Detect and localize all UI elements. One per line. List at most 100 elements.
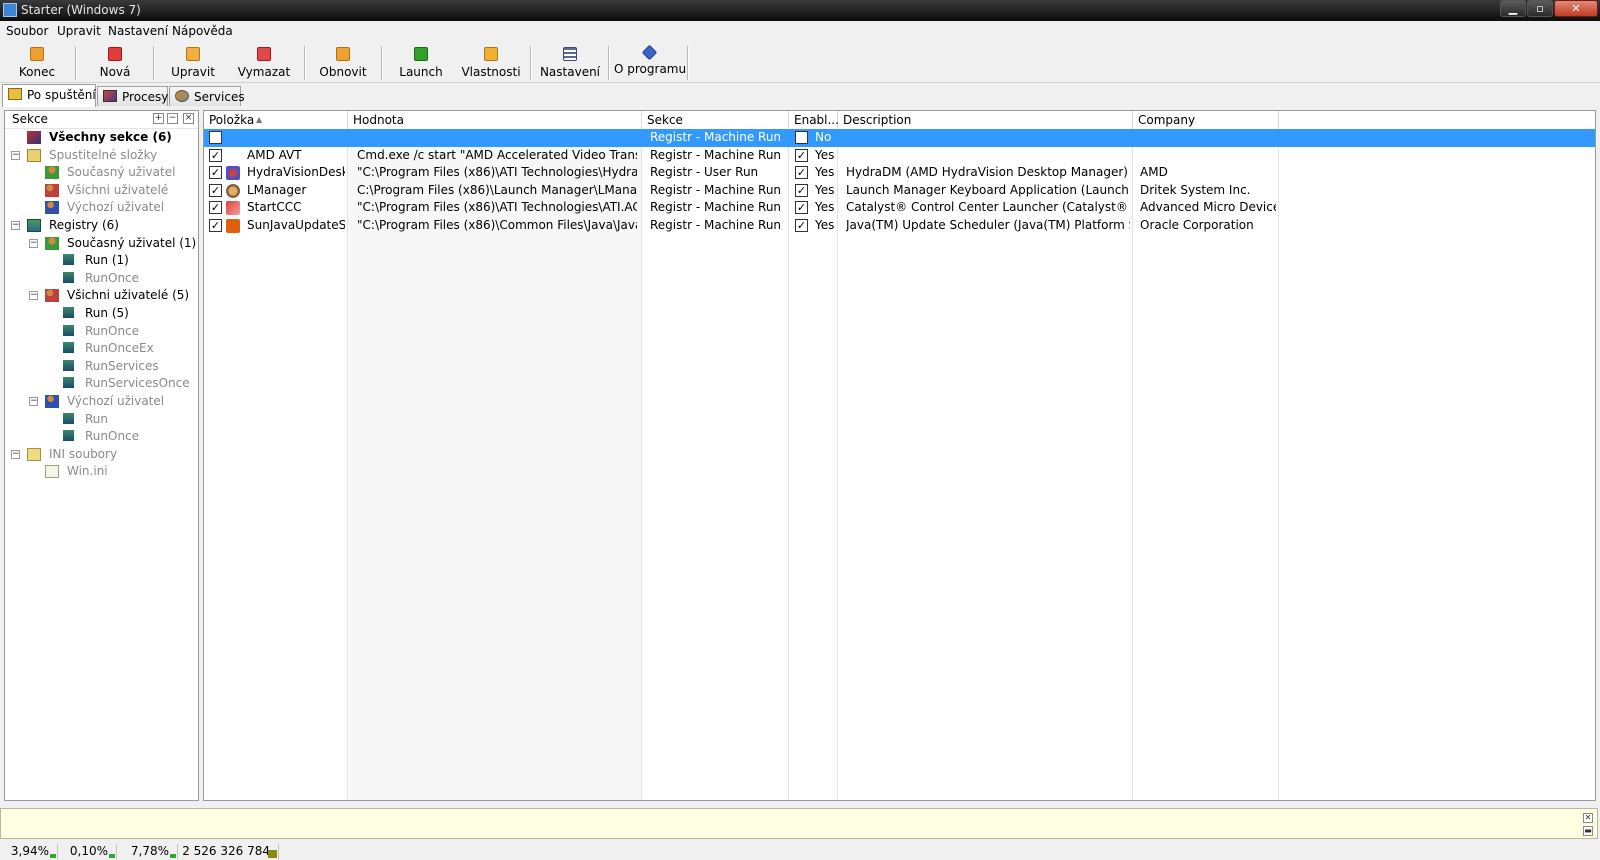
new-button[interactable]: Nová [85, 44, 145, 80]
table-row[interactable]: ✓ StartCCC "C:\Program Files (x86)\ATI Tec… [204, 199, 1595, 217]
menu-nastaveni[interactable]: Nastavení [108, 24, 168, 38]
row-checkbox[interactable]: ✓ [209, 166, 222, 180]
tab-po-spusteni[interactable]: Po spuštění [2, 84, 96, 107]
exit-button[interactable]: Konec [8, 44, 66, 80]
row-checkbox[interactable]: ✓ [209, 183, 222, 197]
enabled-checkbox[interactable]: ✓ [795, 148, 808, 162]
delete-button[interactable]: Vymazat [233, 44, 295, 80]
tree-node-default-user[interactable]: Výchozí uživatel [5, 199, 195, 217]
tree-label: Všichni uživatelé (5) [67, 288, 190, 302]
column-header-company[interactable]: Company [1133, 111, 1279, 129]
collapse-toggle[interactable]: − [11, 221, 20, 230]
registry-key-icon [63, 325, 74, 336]
collapse-toggle[interactable]: − [29, 291, 38, 300]
properties-button[interactable]: Vlastnosti [459, 44, 523, 80]
tree-node-all-users[interactable]: Všichni uživatelé [5, 182, 195, 200]
registry-key-icon [63, 430, 74, 441]
table-row[interactable]: ✓ SunJavaUpdateS... "C:\Program Files (x86… [204, 217, 1595, 235]
tree-node-run[interactable]: Run [5, 411, 195, 429]
close-button[interactable]: ✕ [1554, 0, 1598, 17]
registry-key-icon [63, 254, 74, 265]
column-header-enabled[interactable]: Enabl... [789, 111, 839, 129]
maximize-button[interactable]: ▫ [1527, 0, 1553, 17]
cell-value: C:\Program Files (x86)\Launch Manager\LM… [357, 182, 637, 197]
tree-label: RunOnce [85, 271, 140, 285]
table-row[interactable]: ✓ HydraVisionDesk... "C:\Program Files (x8… [204, 164, 1595, 182]
tree-node-all[interactable]: Všechny sekce (6) [5, 129, 195, 147]
cell-company [1140, 148, 1276, 164]
minimize-button[interactable]: ▁ [1500, 0, 1526, 17]
tree-node-run[interactable]: Run (5) [5, 305, 195, 323]
tree-node-startup-folders[interactable]: − Spustitelné složky [5, 147, 195, 165]
registry-key-icon [63, 413, 74, 424]
processes-icon [103, 90, 117, 102]
menu-soubor[interactable]: Soubor [6, 24, 48, 38]
expand-all-button[interactable]: + [153, 113, 164, 124]
tree-node-run[interactable]: Run (1) [5, 252, 195, 270]
tree-label: Run [85, 412, 109, 426]
collapse-toggle[interactable]: − [11, 151, 20, 160]
table-row[interactable]: Registr - Machine Run No [204, 129, 1595, 147]
tab-label: Procesy [122, 90, 169, 104]
enabled-checkbox[interactable]: ✓ [795, 201, 808, 215]
table-row[interactable]: ✓ AMD AVT Cmd.exe /c start "AMD Accelerate… [204, 147, 1595, 165]
tree-node-win-ini[interactable]: Win.ini [5, 463, 195, 481]
row-checkbox[interactable]: ✓ [209, 201, 222, 215]
tree-node-registry[interactable]: − Registry (6) [5, 217, 195, 235]
edit-button[interactable]: Upravit [163, 44, 223, 80]
cell-value: "C:\Program Files (x86)\ATI Technologies… [357, 165, 637, 180]
collapse-toggle[interactable]: − [11, 450, 20, 459]
column-header-polozka[interactable]: Položka ▲ [204, 111, 348, 129]
tree-node-reg-default-user[interactable]: − Výchozí uživatel [5, 393, 195, 411]
info-close-button[interactable]: ✕ [1583, 813, 1593, 823]
info-toggle-button[interactable]: ▬ [1583, 826, 1593, 836]
launch-button[interactable]: Launch [392, 44, 450, 80]
enabled-checkbox[interactable]: ✓ [795, 183, 808, 197]
table-row[interactable]: ✓ LManager C:\Program Files (x86)\Launch M… [204, 182, 1595, 200]
menu-napoveda[interactable]: Nápověda [172, 24, 233, 38]
tab-procesy[interactable]: Procesy [97, 86, 168, 106]
tree-node-ini-files[interactable]: − INI soubory [5, 446, 195, 464]
refresh-button[interactable]: Obnovit [313, 44, 373, 80]
tree-label: RunOnce [85, 324, 140, 338]
column-header-description[interactable]: Description [838, 111, 1133, 129]
enabled-checkbox[interactable] [795, 131, 808, 144]
tab-services[interactable]: Services [169, 86, 245, 106]
exit-icon [30, 47, 44, 61]
column-header-hodnota[interactable]: Hodnota [348, 111, 642, 129]
collapse-toggle[interactable]: − [29, 397, 38, 406]
tree-node-reg-all-users[interactable]: − Všichni uživatelé (5) [5, 287, 195, 305]
column-label: Položka [209, 113, 255, 127]
registry-key-icon [63, 272, 74, 283]
cell-enabled: Yes [815, 218, 835, 232]
tree-node-runonce[interactable]: RunOnce [5, 323, 195, 341]
tree-node-reg-current-user[interactable]: − Současný uživatel (1) [5, 235, 196, 253]
cell-description: Catalyst® Control Center Launcher (Catal… [846, 200, 1130, 215]
menu-upravit[interactable]: Upravit [57, 24, 101, 38]
enabled-checkbox[interactable]: ✓ [795, 219, 808, 232]
tree-node-runonce[interactable]: RunOnce [5, 270, 195, 288]
tree-node-runservicesonce[interactable]: RunServicesOnce [5, 375, 195, 393]
tree-node-runservices[interactable]: RunServices [5, 358, 195, 376]
delete-icon [257, 47, 271, 61]
tree-node-runonce[interactable]: RunOnce [5, 428, 195, 446]
column-header-sekce[interactable]: Sekce [642, 111, 789, 129]
collapse-toggle[interactable]: − [29, 239, 38, 248]
hydravision-icon [226, 166, 240, 181]
tree-label: Spustitelné složky [49, 148, 158, 162]
row-checkbox[interactable]: ✓ [209, 219, 222, 232]
cell-section: Registr - Machine Run [650, 147, 782, 162]
about-button[interactable]: O programu [614, 44, 686, 80]
cell-item: StartCCC [247, 200, 302, 215]
row-checkbox[interactable] [209, 131, 222, 144]
close-panel-button[interactable]: × [183, 113, 194, 124]
row-checkbox[interactable]: ✓ [209, 148, 222, 162]
tree-node-runonceex[interactable]: RunOnceEx [5, 340, 195, 358]
tree-node-current-user[interactable]: Současný uživatel [5, 164, 195, 182]
toolbar-separator [608, 46, 610, 80]
status-indicator [109, 854, 115, 858]
enabled-checkbox[interactable]: ✓ [795, 166, 808, 180]
cell-item: LManager [247, 182, 307, 197]
settings-button[interactable]: Nastavení [539, 44, 601, 80]
collapse-all-button[interactable]: − [167, 113, 178, 124]
